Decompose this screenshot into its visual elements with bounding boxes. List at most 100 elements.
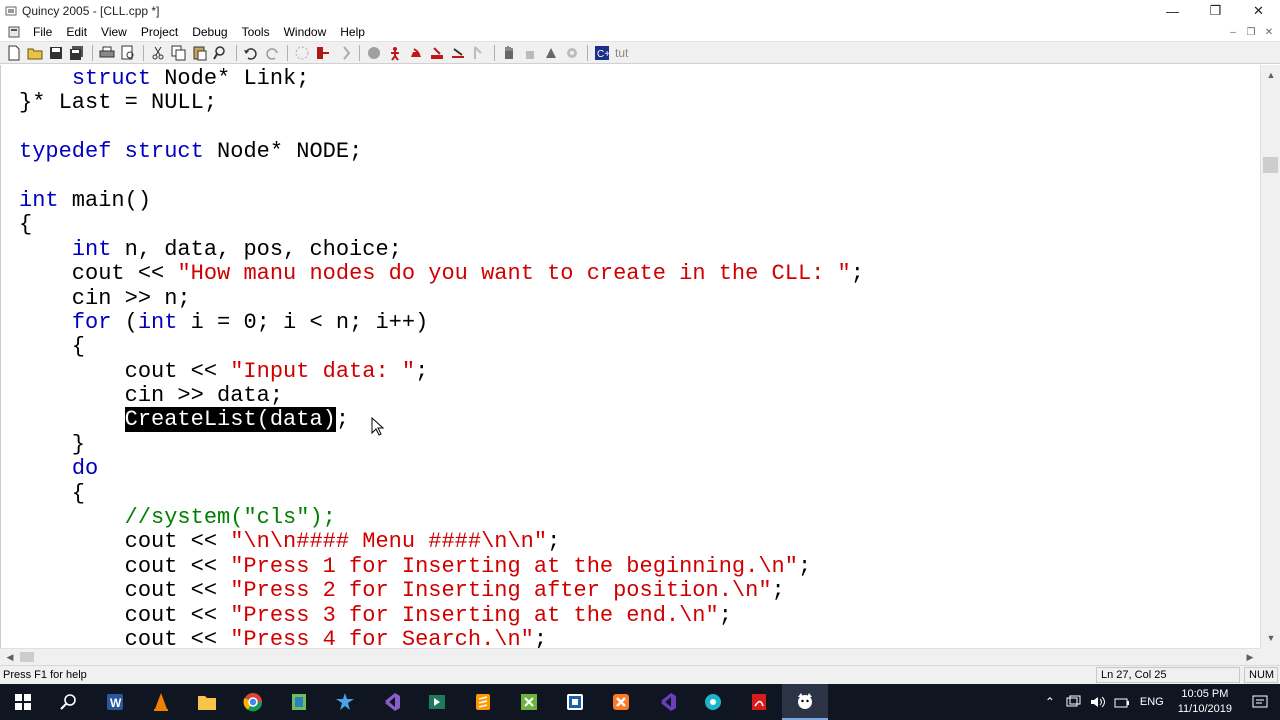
minimize-button[interactable]: — bbox=[1151, 0, 1194, 22]
app-cyan-gear-icon[interactable] bbox=[690, 684, 736, 720]
mdi-restore-button[interactable]: ❐ bbox=[1244, 25, 1258, 39]
menu-window[interactable]: Window bbox=[277, 23, 334, 41]
code-line[interactable]: cout << "\n\n#### Menu ####\n\n"; bbox=[19, 530, 1260, 554]
stop-icon[interactable] bbox=[364, 43, 384, 63]
show-hidden-icons-chevron-icon[interactable]: ⌃ bbox=[1038, 684, 1062, 720]
visual-studio-icon[interactable] bbox=[644, 684, 690, 720]
visual-studio-purple-icon[interactable] bbox=[368, 684, 414, 720]
language-indicator[interactable]: ENG bbox=[1140, 696, 1164, 708]
menu-help[interactable]: Help bbox=[333, 23, 372, 41]
code-line[interactable]: cout << "Press 1 for Inserting at the be… bbox=[19, 554, 1260, 579]
mdi-close-button[interactable]: ✕ bbox=[1262, 25, 1276, 39]
code-line[interactable]: } bbox=[19, 432, 1260, 457]
run-icon[interactable] bbox=[385, 43, 405, 63]
code-line[interactable]: int n, data, pos, choice; bbox=[19, 237, 1260, 262]
vertical-scrollbar[interactable]: ▲ ▼ bbox=[1260, 65, 1280, 648]
document-icon[interactable] bbox=[6, 24, 22, 40]
code-line[interactable]: cout << "Press 3 for Inserting at the en… bbox=[19, 603, 1260, 628]
step-icon[interactable] bbox=[334, 43, 354, 63]
horizontal-scrollbar[interactable]: ◀ ▶ bbox=[0, 648, 1260, 665]
new-file-icon[interactable] bbox=[4, 43, 24, 63]
code-line[interactable]: { bbox=[19, 213, 1260, 237]
code-line[interactable]: cout << "Press 2 for Inserting after pos… bbox=[19, 579, 1260, 603]
code-line[interactable]: int main() bbox=[19, 188, 1260, 213]
scroll-right-arrow-icon[interactable]: ▶ bbox=[1242, 649, 1258, 665]
quincy-taskbar-icon[interactable] bbox=[782, 684, 828, 720]
watch-icon[interactable] bbox=[541, 43, 561, 63]
copy-icon[interactable] bbox=[169, 43, 189, 63]
mdi-minimize-button[interactable]: – bbox=[1226, 25, 1240, 39]
code-line[interactable]: cout << "Input data: "; bbox=[19, 359, 1260, 384]
code-line[interactable]: for (int i = 0; i < n; i++) bbox=[19, 310, 1260, 335]
code-line[interactable] bbox=[19, 116, 1260, 140]
file-explorer-icon[interactable] bbox=[184, 684, 230, 720]
menu-project[interactable]: Project bbox=[134, 23, 185, 41]
code-editor[interactable]: struct Node* Link;}* Last = NULL; typedef… bbox=[0, 65, 1260, 648]
scroll-down-arrow-icon[interactable]: ▼ bbox=[1261, 630, 1280, 646]
print-icon[interactable] bbox=[97, 43, 117, 63]
debug-run-icon[interactable] bbox=[406, 43, 426, 63]
scroll-up-arrow-icon[interactable]: ▲ bbox=[1261, 67, 1280, 83]
code-line[interactable]: cout << "How manu nodes do you want to c… bbox=[19, 261, 1260, 286]
breakpoint-hand-icon[interactable] bbox=[499, 43, 519, 63]
save-all-icon[interactable] bbox=[67, 43, 87, 63]
scroll-left-arrow-icon[interactable]: ◀ bbox=[2, 649, 18, 665]
app-green-blue-icon[interactable] bbox=[276, 684, 322, 720]
find-icon[interactable] bbox=[211, 43, 231, 63]
chrome-app-icon[interactable] bbox=[230, 684, 276, 720]
menu-debug[interactable]: Debug bbox=[185, 23, 234, 41]
save-icon[interactable] bbox=[46, 43, 66, 63]
step-into-icon[interactable] bbox=[427, 43, 447, 63]
app-star-icon[interactable] bbox=[322, 684, 368, 720]
app-blue-square-icon[interactable] bbox=[552, 684, 598, 720]
app-arrow-icon[interactable] bbox=[414, 684, 460, 720]
clear-breakpoints-icon[interactable] bbox=[520, 43, 540, 63]
menu-edit[interactable]: Edit bbox=[59, 23, 94, 41]
step-over-icon[interactable] bbox=[448, 43, 468, 63]
sublime-text-icon[interactable] bbox=[460, 684, 506, 720]
code-line[interactable]: cout << "Press 4 for Search.\n"; bbox=[19, 627, 1260, 648]
step-out-icon[interactable] bbox=[469, 43, 489, 63]
clock[interactable]: 10:05 PM 11/10/2019 bbox=[1178, 687, 1232, 717]
code-line[interactable]: typedef struct Node* NODE; bbox=[19, 139, 1260, 164]
close-button[interactable]: ✕ bbox=[1237, 0, 1280, 22]
network-icon[interactable] bbox=[1062, 684, 1086, 720]
vlc-app-icon[interactable] bbox=[138, 684, 184, 720]
menu-file[interactable]: File bbox=[26, 23, 59, 41]
horizontal-scroll-thumb[interactable] bbox=[20, 652, 34, 662]
code-line[interactable] bbox=[19, 165, 1260, 189]
wifi-icon[interactable] bbox=[1110, 684, 1134, 720]
tutorial-icon[interactable]: C+ bbox=[592, 43, 612, 63]
build-icon[interactable] bbox=[292, 43, 312, 63]
paste-icon[interactable] bbox=[190, 43, 210, 63]
xampp-app-icon[interactable] bbox=[598, 684, 644, 720]
code-line[interactable]: do bbox=[19, 457, 1260, 481]
word-app-icon[interactable]: W bbox=[92, 684, 138, 720]
tut-label[interactable]: tut bbox=[615, 46, 628, 60]
acrobat-app-icon[interactable] bbox=[736, 684, 782, 720]
menu-view[interactable]: View bbox=[94, 23, 134, 41]
volume-icon[interactable] bbox=[1086, 684, 1110, 720]
open-folder-icon[interactable] bbox=[25, 43, 45, 63]
code-line[interactable]: { bbox=[19, 481, 1260, 506]
code-line[interactable]: struct Node* Link; bbox=[19, 66, 1260, 91]
code-line[interactable]: cin >> n; bbox=[19, 286, 1260, 311]
vertical-scroll-thumb[interactable] bbox=[1263, 157, 1278, 173]
cut-icon[interactable] bbox=[148, 43, 168, 63]
code-line[interactable]: cin >> data; bbox=[19, 383, 1260, 408]
undo-icon[interactable] bbox=[241, 43, 261, 63]
code-line[interactable]: CreateList(data); bbox=[19, 407, 1260, 433]
start-windows-icon[interactable] bbox=[0, 684, 46, 720]
code-line[interactable]: { bbox=[19, 335, 1260, 359]
maximize-button[interactable]: ❐ bbox=[1194, 0, 1237, 22]
settings-gear-icon[interactable] bbox=[562, 43, 582, 63]
code-line[interactable]: }* Last = NULL; bbox=[19, 91, 1260, 115]
code-line[interactable]: //system("cls"); bbox=[19, 505, 1260, 530]
notification-center-icon[interactable] bbox=[1240, 684, 1280, 720]
code-area[interactable]: struct Node* Link;}* Last = NULL; typedef… bbox=[1, 65, 1260, 648]
print-preview-icon[interactable] bbox=[118, 43, 138, 63]
compile-icon[interactable] bbox=[313, 43, 333, 63]
menu-tools[interactable]: Tools bbox=[235, 23, 277, 41]
redo-icon[interactable] bbox=[262, 43, 282, 63]
search-icon[interactable] bbox=[46, 684, 92, 720]
